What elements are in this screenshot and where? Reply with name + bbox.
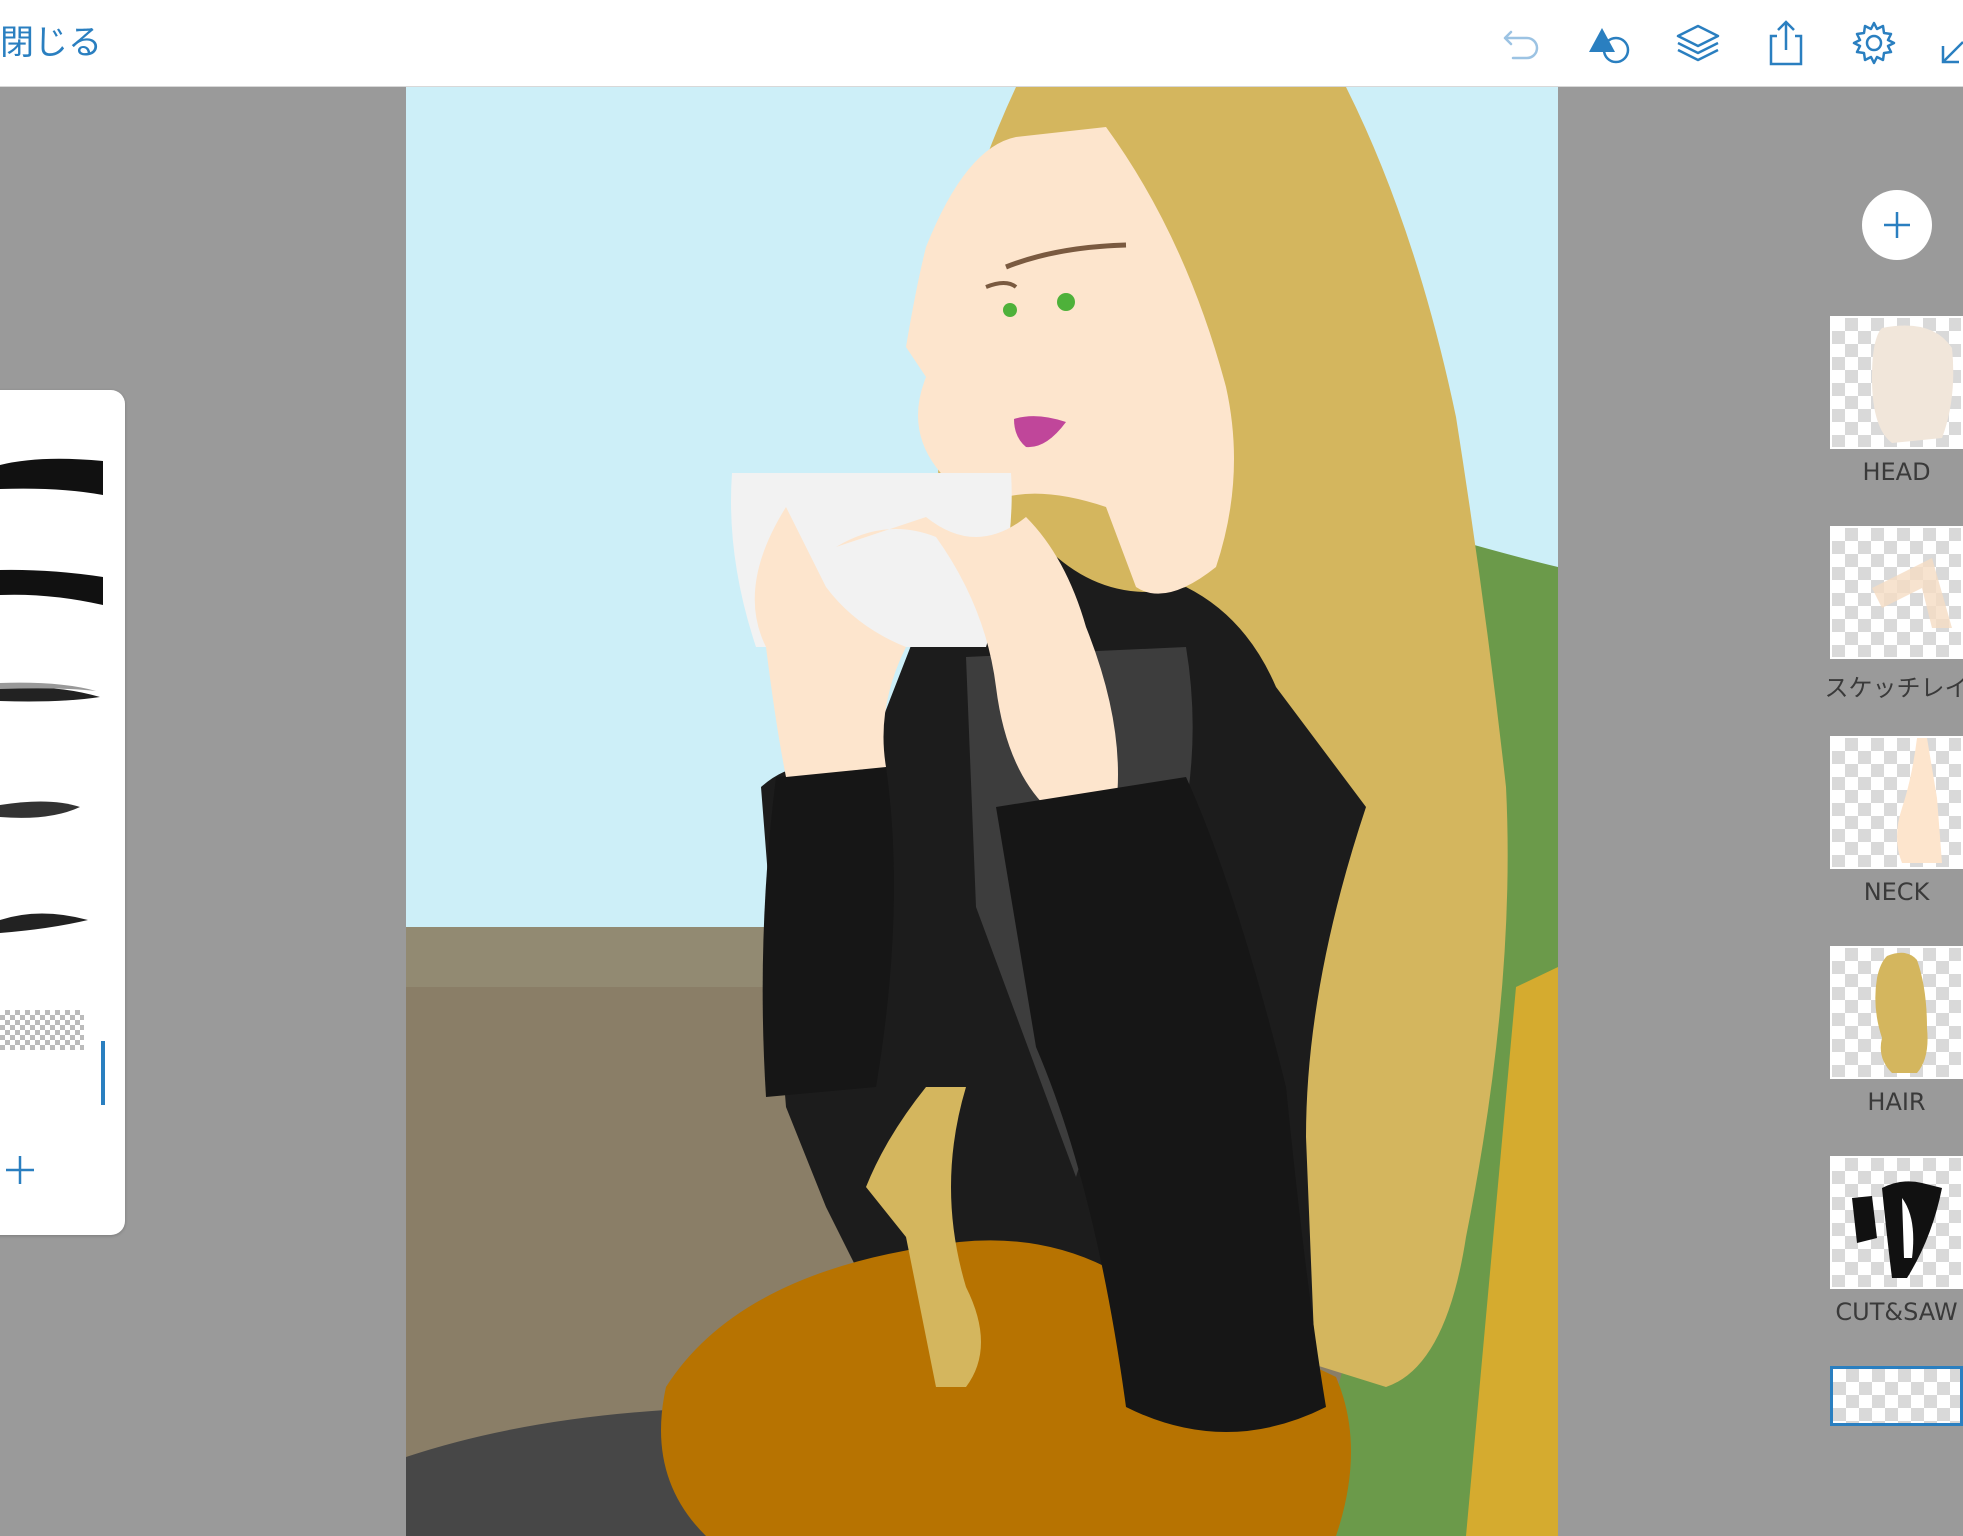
layer-label: HEAD [1862, 458, 1931, 486]
eye-left [1003, 303, 1017, 317]
layer-label: NECK [1863, 878, 1930, 906]
layer-label: CUT&SAW [1835, 1298, 1958, 1326]
layer-thumbnail [1830, 946, 1963, 1079]
layers-icon[interactable] [1673, 18, 1723, 68]
share-icon[interactable] [1761, 18, 1811, 68]
layer-thumbnail [1830, 736, 1963, 869]
brush-1[interactable] [0, 445, 110, 505]
brush-panel [0, 390, 125, 1235]
brush-6[interactable] [0, 995, 110, 1055]
drawing-canvas[interactable] [406, 87, 1558, 1536]
left-sleeve [762, 767, 894, 1097]
layer-label: スケッチレイ [1824, 674, 1963, 702]
brush-selected-indicator [101, 1041, 105, 1105]
settings-icon[interactable] [1849, 18, 1899, 68]
close-button[interactable]: 閉じる [0, 18, 102, 68]
brush-4[interactable] [0, 775, 110, 835]
undo-icon[interactable] [1497, 18, 1547, 68]
add-brush-button[interactable] [0, 1150, 40, 1190]
layer-label: HAIR [1867, 1088, 1926, 1116]
eye-right [1057, 293, 1075, 311]
brush-3[interactable] [0, 665, 110, 725]
layer-thumbnail [1830, 526, 1963, 659]
brush-2[interactable] [0, 555, 110, 615]
add-layer-button[interactable] [1862, 190, 1932, 260]
layer-thumbnail [1830, 1366, 1963, 1426]
layer-thumbnail [1830, 1156, 1963, 1289]
layer-base[interactable] [1830, 1366, 1963, 1426]
brush-5[interactable] [0, 885, 110, 945]
layer-thumbnail [1830, 316, 1963, 449]
shapes-icon[interactable] [1585, 18, 1635, 68]
collapse-icon[interactable] [1937, 18, 1963, 68]
top-toolbar: 閉じる [0, 0, 1963, 87]
